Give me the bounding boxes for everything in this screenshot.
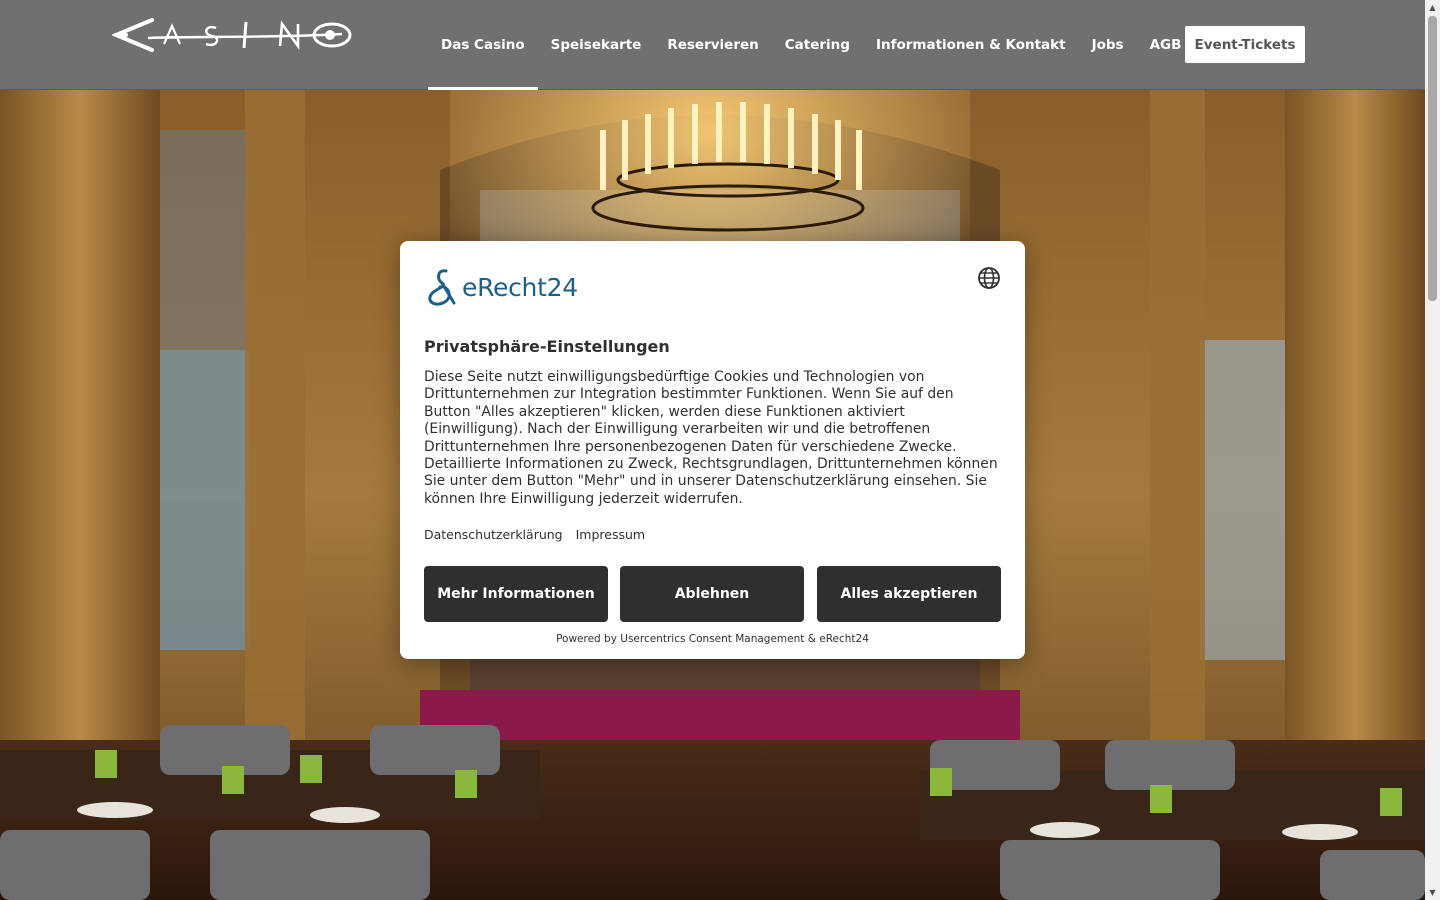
consent-text: Diese Seite nutzt einwilligungsbedürftig… [424,369,998,507]
scroll-up-icon[interactable]: ▲ [1425,0,1440,15]
privacy-policy-link[interactable]: Datenschutzerklärung [424,527,563,542]
accept-all-button[interactable]: Alles akzeptieren [817,566,1001,622]
event-tickets-button[interactable]: Event-Tickets [1185,26,1305,63]
decline-button[interactable]: Ablehnen [620,566,804,622]
globe-icon[interactable] [977,266,1001,290]
nav-das-casino[interactable]: Das Casino [428,0,538,90]
nav-speisekarte[interactable]: Speisekarte [538,0,655,89]
erecht24-logo: eRecht24 [424,267,578,307]
nav-catering[interactable]: Catering [772,0,863,89]
nav-informationen-kontakt[interactable]: Informationen & Kontakt [863,0,1079,89]
consent-title: Privatsphäre-Einstellungen [424,337,670,356]
erecht24-mark-icon [428,269,456,306]
site-header: Das Casino Speisekarte Reservieren Cater… [0,0,1425,90]
scrollbar-thumb[interactable] [1428,16,1437,301]
brand-name: eRecht24 [462,272,578,302]
consent-links: Datenschutzerklärung Impressum [424,527,654,542]
page-scrollbar[interactable]: ▲ ▼ [1425,0,1440,900]
main-nav: Das Casino Speisekarte Reservieren Cater… [428,0,1194,90]
nav-reservieren[interactable]: Reservieren [654,0,771,89]
scroll-down-icon[interactable]: ▼ [1425,885,1440,900]
more-info-button[interactable]: Mehr Informationen [424,566,608,622]
imprint-link[interactable]: Impressum [576,527,645,542]
nav-jobs[interactable]: Jobs [1079,0,1137,89]
powered-by-text: Powered by Usercentrics Consent Manageme… [556,633,869,645]
casino-logo[interactable] [112,14,357,56]
consent-dialog: eRecht24 Privatsphäre-Einstellungen Dies… [400,241,1025,659]
